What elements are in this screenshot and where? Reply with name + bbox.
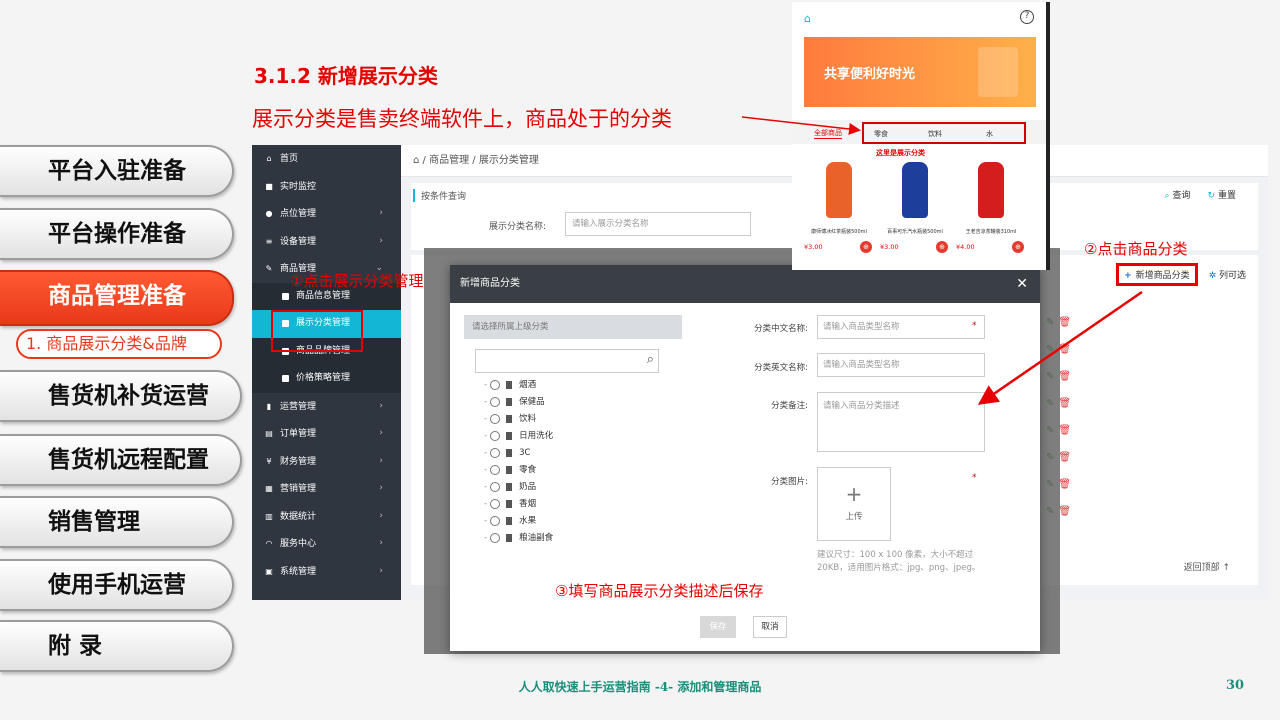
slide-footer: 人人取快速上手运营指南 -4- 添加和管理商品	[518, 680, 762, 694]
annotation-arrows	[741, 116, 1143, 405]
arrow-to-remark	[977, 290, 1143, 405]
arrow-to-phone-tabs	[741, 116, 861, 135]
page-number: 30	[1226, 678, 1245, 693]
